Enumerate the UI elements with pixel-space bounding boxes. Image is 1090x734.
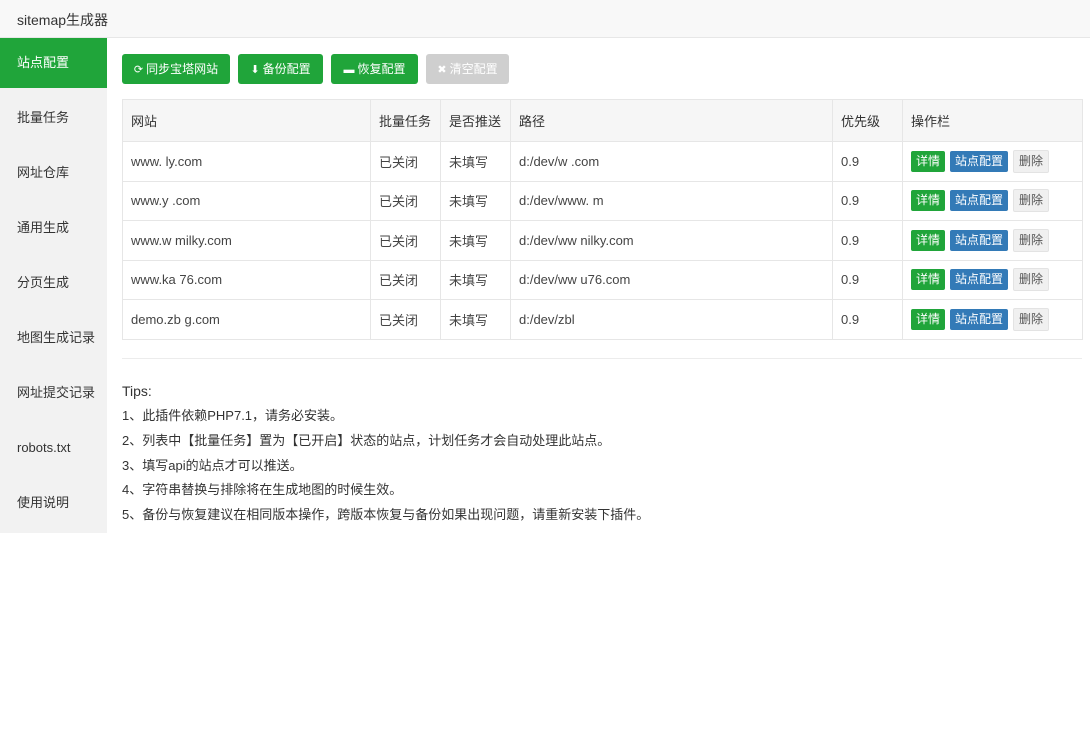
site-cell: www.ka 76.com	[122, 259, 371, 300]
tip-line: 1、此插件依赖PHP7.1，请务必安装。	[122, 408, 344, 423]
window-title: sitemap生成器	[17, 12, 109, 28]
column-header-push: 是否推送	[440, 99, 511, 142]
actions-cell: 详情 站点配置 删除	[902, 259, 1083, 300]
detail-button[interactable]: 详情	[911, 150, 946, 172]
refresh-icon: ⟳	[133, 64, 144, 76]
priority-cell: 0.9	[832, 180, 903, 221]
push-cell: 未填写	[440, 299, 511, 340]
content-divider	[122, 358, 1082, 359]
priority-cell: 0.9	[832, 141, 903, 182]
delete-button[interactable]: 删除	[1013, 228, 1050, 252]
sidebar-item-batch-tasks[interactable]: 批量任务	[0, 93, 107, 143]
sidebar-item-robots[interactable]: robots.txt	[0, 423, 107, 473]
sidebar-item-paged-generate[interactable]: 分页生成	[0, 258, 107, 308]
priority-cell: 0.9	[832, 259, 903, 300]
table-row: www.w milky.com 已关闭 未填写 d:/dev/ww nilky.…	[122, 220, 1083, 261]
priority-cell: 0.9	[832, 220, 903, 261]
column-header-actions: 操作栏	[902, 99, 1083, 142]
detail-button[interactable]: 详情	[911, 229, 946, 251]
sidebar-item-general-generate[interactable]: 通用生成	[0, 203, 107, 253]
actions-cell: 详情 站点配置 删除	[902, 220, 1083, 261]
column-header-batch: 批量任务	[370, 99, 441, 142]
sidebar-item-site-config[interactable]: 站点配置	[0, 38, 107, 88]
tip-line: 3、填写api的站点才可以推送。	[122, 457, 303, 473]
batch-status-cell: 已关闭	[370, 141, 441, 182]
sync-bt-sites-button[interactable]: ⟳ 同步宝塔网站	[122, 54, 230, 84]
priority-cell: 0.9	[832, 299, 903, 340]
clear-config-button[interactable]: ✖ 清空配置	[426, 54, 509, 84]
batch-status-cell: 已关闭	[370, 180, 441, 221]
actions-cell: 详情 站点配置 删除	[902, 299, 1083, 340]
detail-button[interactable]: 详情	[911, 269, 946, 291]
site-table: 网站 批量任务 是否推送 路径 优先级 操作栏 www. ly.com 已关闭 …	[122, 99, 1083, 340]
actions-cell: 详情 站点配置 删除	[902, 180, 1083, 221]
site-config-button[interactable]: 站点配置	[950, 308, 1009, 330]
site-cell: demo.zb g.com	[122, 299, 371, 340]
site-config-button[interactable]: 站点配置	[950, 150, 1009, 172]
table-row: www. ly.com 已关闭 未填写 d:/dev/w .com 0.9 详情…	[122, 141, 1083, 182]
sidebar: 站点配置 批量任务 网址仓库 通用生成 分页生成 地图生成记录 网址提交记录 r…	[0, 38, 107, 533]
sidebar-item-usage[interactable]: 使用说明	[0, 478, 107, 528]
delete-button[interactable]: 删除	[1013, 307, 1050, 331]
tip-line: 4、字符串替换与排除将在生成地图的时候生效。	[122, 482, 403, 498]
tip-line: 5、备份与恢复建议在相同版本操作，跨版本恢复与备份如果出现问题，请重新安装下插件…	[122, 507, 650, 523]
batch-status-cell: 已关闭	[370, 220, 441, 261]
path-cell: d:/dev/zbl	[510, 299, 833, 340]
batch-status-cell: 已关闭	[370, 259, 441, 300]
column-header-site: 网站	[122, 99, 371, 142]
path-cell: d:/dev/ww nilky.com	[510, 220, 833, 261]
actions-cell: 详情 站点配置 删除	[902, 141, 1083, 182]
push-cell: 未填写	[440, 220, 511, 261]
sidebar-item-map-records[interactable]: 地图生成记录	[0, 313, 107, 363]
table-row: demo.zb g.com 已关闭 未填写 d:/dev/zbl 0.9 详情站…	[122, 299, 1083, 340]
tip-line: 2、列表中【批量任务】置为【已开启】状态的站点，计划任务才会自动处理此站点。	[122, 432, 611, 448]
path-cell: d:/dev/www. m	[510, 180, 833, 221]
backup-config-button[interactable]: ⬇ 备份配置	[238, 54, 323, 84]
table-row: www.ka 76.com 已关闭 未填写 d:/dev/ww u76.com …	[122, 259, 1083, 300]
site-config-button[interactable]: 站点配置	[950, 229, 1009, 251]
detail-button[interactable]: 详情	[911, 190, 946, 212]
push-cell: 未填写	[440, 180, 511, 221]
site-cell: www. ly.com	[122, 141, 371, 182]
push-cell: 未填写	[440, 259, 511, 300]
column-header-priority: 优先级	[832, 99, 903, 142]
site-cell: www.w milky.com	[122, 220, 371, 261]
delete-button[interactable]: 删除	[1013, 149, 1050, 173]
batch-status-cell: 已关闭	[370, 299, 441, 340]
delete-button[interactable]: 删除	[1013, 189, 1050, 213]
delete-button[interactable]: 删除	[1013, 268, 1050, 292]
detail-button[interactable]: 详情	[911, 308, 946, 330]
push-cell: 未填写	[440, 141, 511, 182]
restore-config-button[interactable]: ▬ 恢复配置	[331, 54, 418, 84]
sidebar-item-submit-records[interactable]: 网址提交记录	[0, 368, 107, 418]
download-icon: ⬇	[250, 64, 260, 76]
column-header-path: 路径	[510, 99, 833, 142]
close-icon: ✖	[437, 64, 447, 76]
sidebar-item-url-store[interactable]: 网址仓库	[0, 148, 107, 198]
site-config-button[interactable]: 站点配置	[950, 190, 1009, 212]
restore-icon: ▬	[343, 64, 355, 76]
window-titlebar: sitemap生成器	[0, 0, 1090, 38]
table-header-row: 网站 批量任务 是否推送 路径 优先级 操作栏	[122, 99, 1083, 142]
path-cell: d:/dev/ww u76.com	[510, 259, 833, 300]
site-cell: www.y .com	[122, 180, 371, 221]
site-config-button[interactable]: 站点配置	[950, 269, 1009, 291]
table-row: www.y .com 已关闭 未填写 d:/dev/www. m 0.9 详情站…	[122, 180, 1083, 221]
tips-title: Tips:	[122, 383, 152, 399]
path-cell: d:/dev/w .com	[510, 141, 833, 182]
tips-section: Tips: 1、此插件依赖PHP7.1，请务必安装。 2、列表中【批量任务】置为…	[122, 380, 649, 528]
